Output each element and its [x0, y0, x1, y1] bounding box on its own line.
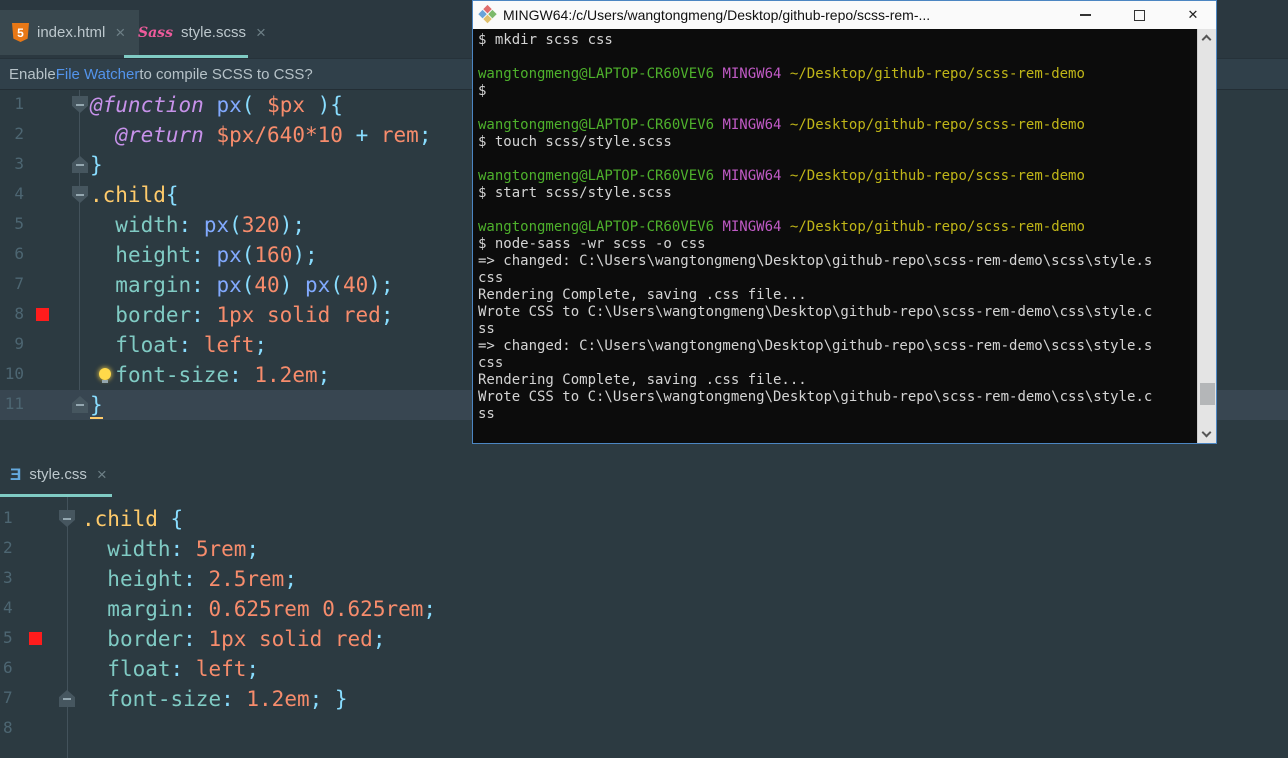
maximize-icon: [1133, 9, 1145, 21]
line-number: 6: [14, 244, 24, 263]
line-number: 1: [14, 94, 24, 113]
line-number: 3: [14, 154, 24, 173]
banner-text: to compile SCSS to CSS?: [139, 65, 313, 83]
line-number: 1: [3, 508, 13, 527]
terminal-output: $ mkdir scss css wangtongmeng@LAPTOP-CR6…: [478, 32, 1194, 443]
line-number: 2: [3, 538, 13, 557]
scroll-down-icon[interactable]: [1201, 427, 1212, 438]
mingw-app-icon: [477, 4, 498, 25]
sass-file-icon: Sass: [138, 24, 173, 41]
tab-label: index.html: [37, 24, 106, 41]
close-tab-icon[interactable]: ×: [254, 24, 268, 41]
code-line: 6 float: left;: [0, 654, 1288, 684]
line-number: 8: [3, 718, 13, 737]
code-line: 7 font-size: 1.2em; }: [0, 684, 1288, 714]
tab-style-css[interactable]: Ǝ style.css ×: [0, 456, 119, 492]
terminal-line: wangtongmeng@LAPTOP-CR60VEV6 MINGW64 ~/D…: [478, 66, 1085, 82]
css-editor-tab-bar: Ǝ style.css ×: [0, 450, 1288, 497]
tab-label: style.css: [29, 465, 87, 483]
line-number: 2: [14, 124, 24, 143]
minimize-icon: [1079, 14, 1091, 16]
scrollbar-thumb[interactable]: [1200, 383, 1215, 405]
terminal-body[interactable]: $ mkdir scss css wangtongmeng@LAPTOP-CR6…: [473, 29, 1216, 443]
code-text: .child {: [82, 507, 184, 531]
terminal-line: $ node-sass -wr scss -o css: [478, 236, 706, 252]
css-editor[interactable]: 1 .child {2 width: 5rem; 3 height: 2.5rem;…: [0, 497, 1288, 758]
terminal-line: wangtongmeng@LAPTOP-CR60VEV6 MINGW64 ~/D…: [478, 168, 1085, 184]
terminal-line: ss: [478, 321, 495, 337]
terminal-line: Wrote CSS to C:\Users\wangtongmeng\Deskt…: [478, 304, 1153, 320]
terminal-line: $ start scss/style.scss: [478, 185, 672, 201]
terminal-line: Rendering Complete, saving .css file...: [478, 287, 807, 303]
terminal-line: css: [478, 270, 504, 286]
line-number: 5: [3, 628, 13, 647]
line-number: 9: [14, 334, 24, 353]
terminal-title: MINGW64:/c/Users/wangtongmeng/Desktop/gi…: [503, 7, 931, 23]
line-number: 11: [4, 394, 24, 413]
line-number: 3: [3, 568, 13, 587]
intention-bulb-icon[interactable]: [99, 368, 111, 383]
color-swatch-red[interactable]: [29, 632, 42, 645]
code-text: float: left;: [107, 657, 260, 681]
terminal-line: => changed: C:\Users\wangtongmeng\Deskto…: [478, 338, 1153, 354]
terminal-line: => changed: C:\Users\wangtongmeng\Deskto…: [478, 253, 1153, 269]
terminal-line: $ touch scss/style.scss: [478, 134, 672, 150]
tab-index-html[interactable]: 5 index.html ×: [0, 10, 140, 55]
code-line: 3 height: 2.5rem;: [0, 564, 1288, 594]
close-icon: ✕: [1187, 7, 1199, 22]
code-text: height: 2.5rem;: [107, 567, 297, 591]
tab-style-scss[interactable]: Sass style.scss ×: [126, 10, 280, 55]
html5-file-icon: 5: [12, 23, 29, 42]
line-number: 5: [14, 214, 24, 233]
close-tab-icon[interactable]: ×: [95, 466, 109, 483]
color-swatch-red[interactable]: [36, 308, 49, 321]
code-line: 5 border: 1px solid red;: [0, 624, 1288, 654]
terminal-line: Wrote CSS to C:\Users\wangtongmeng\Deskt…: [478, 389, 1153, 405]
terminal-line: wangtongmeng@LAPTOP-CR60VEV6 MINGW64 ~/D…: [478, 219, 1085, 235]
banner-text: Enable: [9, 65, 56, 83]
code-text: font-size: 1.2em; }: [107, 687, 348, 711]
close-window-button[interactable]: ✕: [1170, 1, 1216, 29]
ide-screen: 5 index.html × Sass style.scss × Enable …: [0, 0, 1288, 758]
line-number: 8: [14, 304, 24, 323]
tab-label: style.scss: [180, 24, 246, 41]
code-line: 2 width: 5rem;: [0, 534, 1288, 564]
line-number: 7: [14, 274, 24, 293]
maximize-button[interactable]: [1116, 1, 1162, 29]
minimize-button[interactable]: [1062, 1, 1108, 29]
code-line: 4 margin: 0.625rem 0.625rem;: [0, 594, 1288, 624]
code-text: width: 5rem;: [107, 537, 260, 561]
scroll-up-icon[interactable]: [1201, 34, 1212, 45]
line-number: 7: [3, 688, 13, 707]
code-line: 8: [0, 714, 1288, 744]
terminal-window: MINGW64:/c/Users/wangtongmeng/Desktop/gi…: [472, 0, 1217, 444]
line-number: 4: [3, 598, 13, 617]
terminal-line: ss: [478, 406, 495, 422]
terminal-line: $: [478, 83, 487, 99]
file-watcher-link[interactable]: File Watcher: [56, 66, 140, 83]
code-text: margin: 0.625rem 0.625rem;: [107, 597, 437, 621]
terminal-line: Rendering Complete, saving .css file...: [478, 372, 807, 388]
line-number: 10: [4, 364, 24, 383]
terminal-line: $ mkdir scss css: [478, 32, 613, 48]
terminal-line: css: [478, 355, 504, 371]
terminal-line: wangtongmeng@LAPTOP-CR60VEV6 MINGW64 ~/D…: [478, 117, 1085, 133]
terminal-scrollbar[interactable]: [1197, 29, 1216, 443]
code-text: border: 1px solid red;: [107, 627, 386, 651]
terminal-title-bar[interactable]: MINGW64:/c/Users/wangtongmeng/Desktop/gi…: [473, 1, 1216, 29]
css-file-icon: Ǝ: [10, 464, 22, 484]
code-line: 1 .child {: [0, 504, 1288, 534]
line-number: 4: [14, 184, 24, 203]
line-number: 6: [3, 658, 13, 677]
